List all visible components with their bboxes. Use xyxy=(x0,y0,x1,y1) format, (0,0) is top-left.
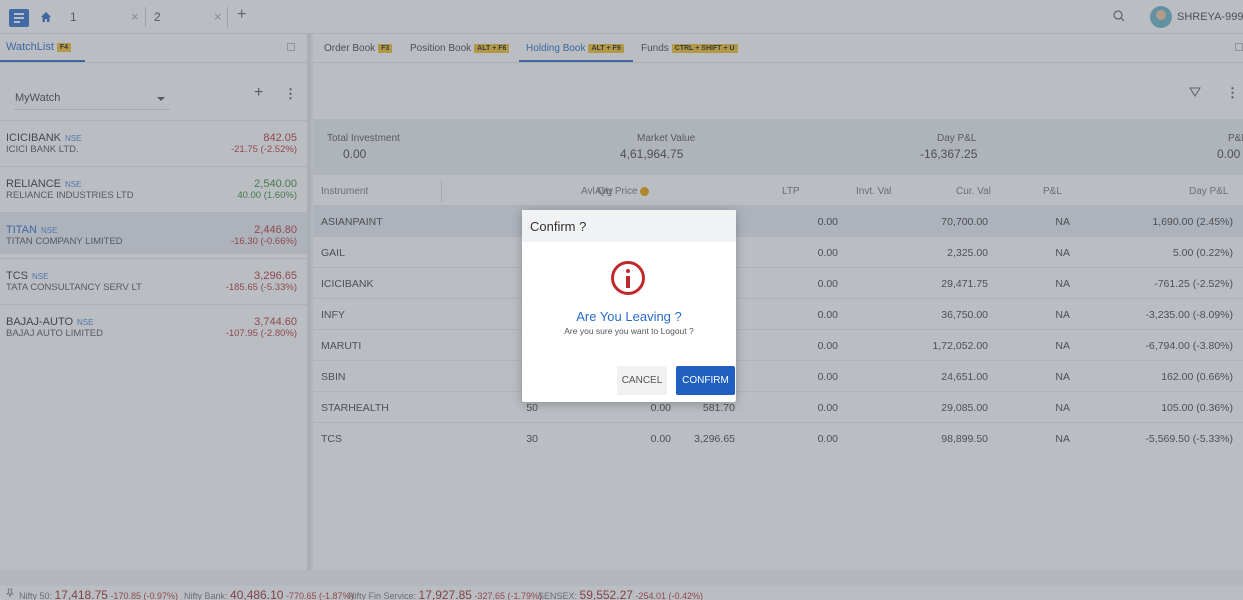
logout-confirm-dialog: Confirm ? Are You Leaving ? Are you sure… xyxy=(522,210,736,402)
dialog-question: Are You Leaving ? xyxy=(576,309,682,324)
confirm-button[interactable]: CONFIRM xyxy=(676,366,735,395)
info-alert-icon xyxy=(611,261,645,295)
dialog-message: Are you sure you want to Logout ? xyxy=(564,326,694,336)
dialog-title: Confirm ? xyxy=(530,219,587,234)
dialog-header: Confirm ? xyxy=(522,210,736,242)
cancel-button[interactable]: CANCEL xyxy=(617,366,667,395)
modal-backdrop[interactable]: Confirm ? Are You Leaving ? Are you sure… xyxy=(0,0,1243,600)
